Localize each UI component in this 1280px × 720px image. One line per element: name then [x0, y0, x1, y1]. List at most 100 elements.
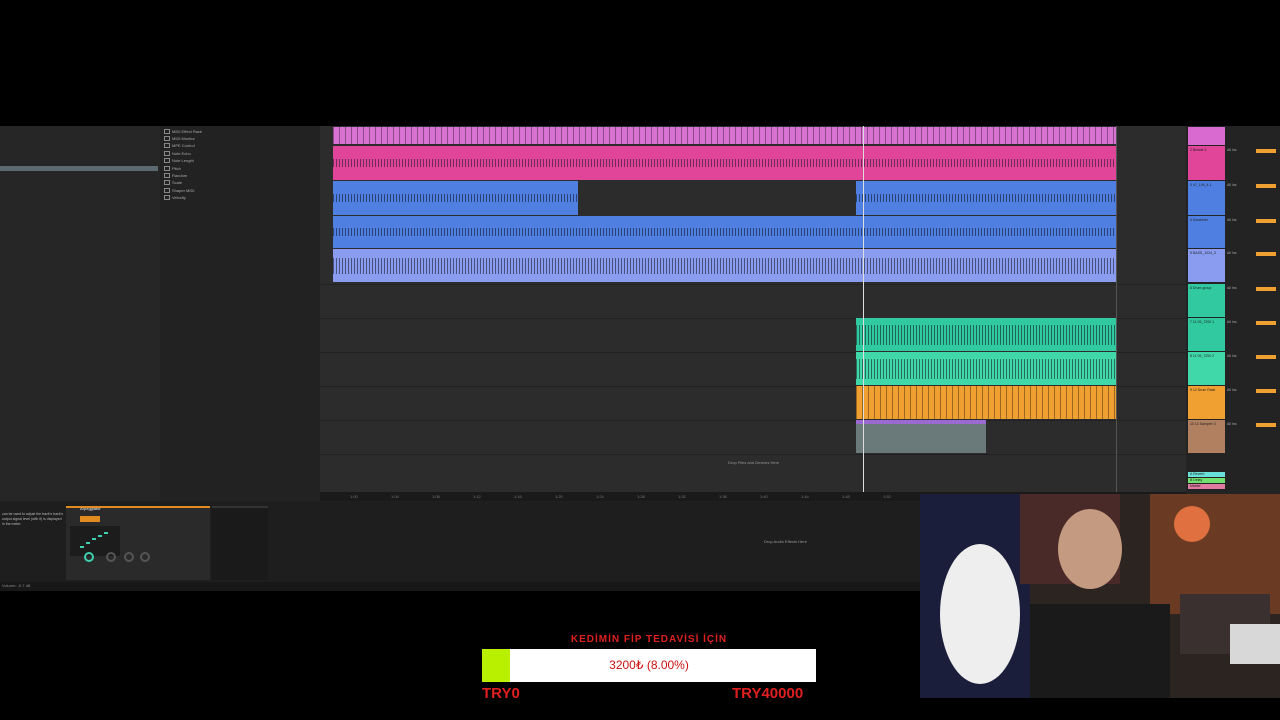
steps-knob[interactable]: [124, 552, 134, 562]
mixer-track-header[interactable]: 10 13 Sampler 3: [1188, 420, 1225, 453]
clip-track-2[interactable]: [333, 146, 1117, 180]
style-dropdown[interactable]: [80, 516, 100, 522]
track-name: 7 11 09_7200 1: [1190, 320, 1215, 324]
return-track-header[interactable]: A Reverb: [1188, 472, 1225, 477]
clip-track-3a[interactable]: [333, 181, 578, 215]
donation-min-label: TRY0: [482, 685, 520, 702]
track-volume-meter[interactable]: [1256, 389, 1276, 393]
clip-track-4[interactable]: [333, 216, 1117, 248]
browser-item[interactable]: Shaper MIDI: [164, 187, 194, 194]
mixer-track-header[interactable]: 4 Kombiner: [1188, 216, 1225, 248]
webcam-feed-image: [920, 494, 1280, 698]
track-input-selector[interactable]: All Ins: [1227, 251, 1252, 255]
track-volume-meter[interactable]: [1256, 149, 1276, 153]
ruler-tick: 1:20: [555, 494, 563, 499]
rate-knob[interactable]: [84, 552, 94, 562]
track-volume-meter[interactable]: [1256, 355, 1276, 359]
browser-item[interactable]: Pitch: [164, 165, 181, 172]
track-input-selector[interactable]: All Ins: [1227, 148, 1252, 152]
mixer-track-header[interactable]: 9 12 Drum Rack: [1188, 386, 1225, 419]
device-chain-panel[interactable]: [212, 506, 268, 580]
clip-track-5[interactable]: [333, 249, 1117, 282]
track-volume-meter[interactable]: [1256, 321, 1276, 325]
track-input-selector[interactable]: All Ins: [1227, 286, 1252, 290]
track-name: 4 Kombiner: [1190, 218, 1208, 222]
ruler-tick: 1:16: [514, 494, 522, 499]
track-input-selector[interactable]: All Ins: [1227, 320, 1252, 324]
return-track-header[interactable]: Master: [1188, 484, 1225, 489]
track-input-selector[interactable]: All Ins: [1227, 422, 1252, 426]
clip-track-7[interactable]: [856, 318, 1117, 351]
mixer-track-header[interactable]: 6 Drum group: [1188, 284, 1225, 317]
track-name: 5 BASS_1024_3: [1190, 251, 1216, 255]
drop-files-hint: Drop Files and Devices Here: [728, 460, 780, 465]
browser-item[interactable]: Velocity: [164, 194, 186, 201]
browser-selected-row[interactable]: [0, 166, 158, 171]
browser-sidebar[interactable]: [0, 126, 160, 501]
clip-track-10[interactable]: [856, 420, 986, 453]
track-input-selector[interactable]: All Ins: [1227, 354, 1252, 358]
arpeggiator-device[interactable]: [66, 506, 210, 580]
ruler-tick: 1:32: [678, 494, 686, 499]
ruler-tick: 1:04: [391, 494, 399, 499]
lane-divider: [320, 420, 1186, 421]
return-track-name: B Delay: [1190, 478, 1203, 482]
ruler-tick: 1:08: [432, 494, 440, 499]
status-text: Volume: -0.7 dB: [2, 583, 31, 588]
browser-item[interactable]: Note Length: [164, 157, 194, 164]
clip-track-1[interactable]: [333, 127, 1117, 144]
browser-item[interactable]: Note Echo: [164, 150, 191, 157]
track-input-selector[interactable]: All Ins: [1227, 388, 1252, 392]
clip-track-8[interactable]: [856, 352, 1117, 385]
ruler-tick: 1:52: [883, 494, 891, 499]
ruler-tick: 1:40: [760, 494, 768, 499]
mixer-track-header[interactable]: 7 11 09_7200 1: [1188, 318, 1225, 351]
track-name: 2 Bessle 3: [1190, 148, 1207, 152]
gate-knob[interactable]: [140, 552, 150, 562]
clip-track-3b[interactable]: [856, 181, 1117, 215]
mixer-track-header[interactable]: 2 Bessle 3: [1188, 146, 1225, 180]
browser-item[interactable]: MPE Control: [164, 142, 195, 149]
track-volume-meter[interactable]: [1256, 252, 1276, 256]
return-track-header[interactable]: B Delay: [1188, 478, 1225, 483]
track-name: 9 12 Drum Rack: [1190, 388, 1216, 392]
return-track-name: Master: [1190, 484, 1201, 488]
browser-content[interactable]: [160, 126, 320, 501]
lane-divider: [320, 454, 1186, 455]
mixer-track-header[interactable]: 3 47_109_4.1: [1188, 181, 1225, 215]
browser-item[interactable]: MIDI Monitor: [164, 135, 195, 142]
browser-item[interactable]: Scale: [164, 179, 182, 186]
mixer-track-header[interactable]: 8 11 09_7200 2: [1188, 352, 1225, 385]
ruler-tick: 1:36: [719, 494, 727, 499]
arpeggiator-title: Arpeggiator: [80, 506, 101, 511]
track-volume-meter[interactable]: [1256, 423, 1276, 427]
browser-item[interactable]: MIDI Effect Rack: [164, 128, 202, 135]
track-input-selector[interactable]: All Ins: [1227, 218, 1252, 222]
track-input-selector[interactable]: All Ins: [1227, 183, 1252, 187]
mixer-track-header[interactable]: [1188, 127, 1225, 145]
clip-track-9[interactable]: [856, 386, 1117, 419]
drop-audio-effects-hint: Drop Audio Effects Here: [764, 539, 807, 544]
distance-knob[interactable]: [106, 552, 116, 562]
status-bar: [0, 582, 920, 591]
donation-max-label: TRY40000: [732, 685, 804, 702]
track-volume-meter[interactable]: [1256, 219, 1276, 223]
mixer-track-header[interactable]: 5 BASS_1024_3: [1188, 249, 1225, 282]
track-name: 8 11 09_7200 2: [1190, 354, 1215, 358]
ruler-tick: 1:44: [801, 494, 809, 499]
browser-item[interactable]: Random: [164, 172, 187, 179]
playhead[interactable]: [863, 126, 864, 496]
donation-title: KEDİMİN FİP TEDAVİSİ İÇİN: [570, 634, 728, 645]
donation-amount: 3200₺ (8.00%): [609, 658, 689, 672]
info-view-text: can be used to adjust the track's track'…: [2, 512, 64, 526]
lane-divider: [320, 284, 1186, 285]
ruler-tick: 1:48: [842, 494, 850, 499]
track-volume-meter[interactable]: [1256, 287, 1276, 291]
ruler-tick: 1:12: [473, 494, 481, 499]
track-name: 10 13 Sampler 3: [1190, 422, 1216, 426]
track-volume-meter[interactable]: [1256, 184, 1276, 188]
track-name: 3 47_109_4.1: [1190, 183, 1212, 187]
loop-end-marker: [1116, 126, 1117, 492]
return-track-name: A Reverb: [1190, 472, 1205, 476]
webcam-overlay: [920, 494, 1280, 698]
